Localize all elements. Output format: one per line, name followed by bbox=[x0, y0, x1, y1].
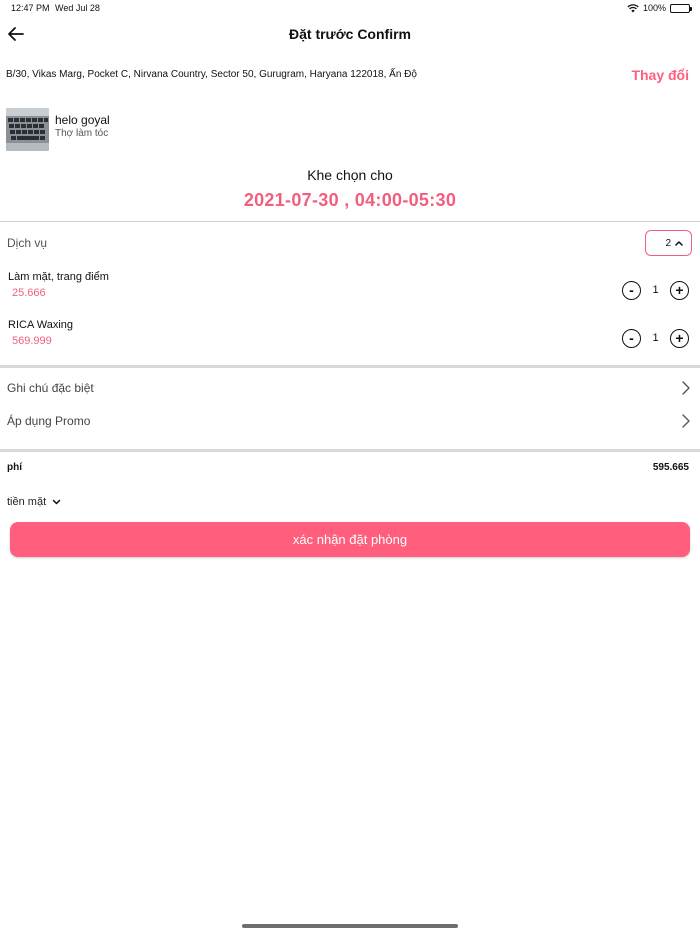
page-title: Đặt trước Confirm bbox=[289, 26, 411, 42]
service-item: RICA Waxing 569.999 - 1 + bbox=[0, 319, 700, 351]
service-price: 25.666 bbox=[12, 287, 46, 299]
slot-value: 2021-07-30 , 04:00-05:30 bbox=[243, 190, 457, 210]
services-count: 2 bbox=[665, 237, 671, 249]
payment-method-label: tiền mặt bbox=[7, 496, 47, 508]
promo-row[interactable]: Áp dụng Promo bbox=[0, 411, 700, 433]
confirm-booking-button[interactable]: xác nhận đặt phòng bbox=[10, 522, 690, 557]
address-text: B/30, Vikas Marg, Pocket C, Nirvana Coun… bbox=[6, 69, 417, 80]
chevron-right-icon bbox=[682, 381, 690, 395]
slot-label: Khe chọn cho bbox=[307, 167, 393, 183]
chevron-up-icon bbox=[675, 241, 683, 246]
battery-icon bbox=[670, 3, 692, 13]
status-time: 12:47 PM bbox=[11, 3, 50, 13]
status-date: Wed Jul 28 bbox=[55, 3, 100, 13]
fee-row: phí 595.665 bbox=[0, 462, 700, 478]
promo-label: Áp dụng Promo bbox=[7, 414, 91, 428]
chevron-down-icon bbox=[52, 499, 61, 505]
service-item: Làm mặt, trang điểm 25.666 - 1 + bbox=[0, 271, 700, 303]
service-name: Làm mặt, trang điểm bbox=[8, 271, 109, 283]
service-name: RICA Waxing bbox=[8, 319, 74, 331]
quantity-value: 1 bbox=[652, 332, 659, 344]
fee-value: 595.665 bbox=[652, 462, 689, 473]
section-divider bbox=[0, 365, 700, 368]
address-row: B/30, Vikas Marg, Pocket C, Nirvana Coun… bbox=[0, 64, 700, 86]
increase-button[interactable]: + bbox=[670, 328, 689, 348]
payment-method-select[interactable]: tiền mặt bbox=[7, 494, 61, 510]
quantity-stepper: - 1 + bbox=[622, 280, 689, 300]
status-bar: 12:47 PM Wed Jul 28 100% bbox=[0, 0, 700, 18]
services-header: Dịch vụ 2 bbox=[0, 230, 700, 256]
nav-bar: Đặt trước Confirm bbox=[0, 22, 700, 46]
quantity-value: 1 bbox=[652, 284, 659, 296]
provider-avatar bbox=[6, 108, 49, 151]
provider-name: helo goyal bbox=[55, 113, 110, 127]
decrease-button[interactable]: - bbox=[622, 328, 641, 348]
special-note-row[interactable]: Ghi chú đặc biệt bbox=[0, 378, 700, 400]
provider-card: helo goyal Thợ làm tóc bbox=[6, 108, 406, 152]
battery-percent: 100% bbox=[642, 3, 666, 13]
provider-role: Thợ làm tóc bbox=[55, 128, 109, 139]
service-price: 569.999 bbox=[12, 335, 52, 347]
home-indicator bbox=[242, 924, 458, 928]
decrease-button[interactable]: - bbox=[622, 280, 641, 300]
section-divider bbox=[0, 449, 700, 452]
quantity-stepper: - 1 + bbox=[622, 328, 689, 348]
divider bbox=[0, 221, 700, 222]
wifi-icon bbox=[627, 3, 639, 12]
increase-button[interactable]: + bbox=[670, 280, 689, 300]
status-right: 100% bbox=[627, 3, 692, 13]
change-address-button[interactable]: Thay đổi bbox=[631, 67, 689, 83]
fee-label: phí bbox=[7, 462, 22, 473]
services-label: Dịch vụ bbox=[7, 236, 48, 250]
special-note-label: Ghi chú đặc biệt bbox=[7, 381, 94, 395]
services-count-toggle[interactable]: 2 bbox=[645, 230, 692, 256]
chevron-right-icon bbox=[682, 414, 690, 428]
